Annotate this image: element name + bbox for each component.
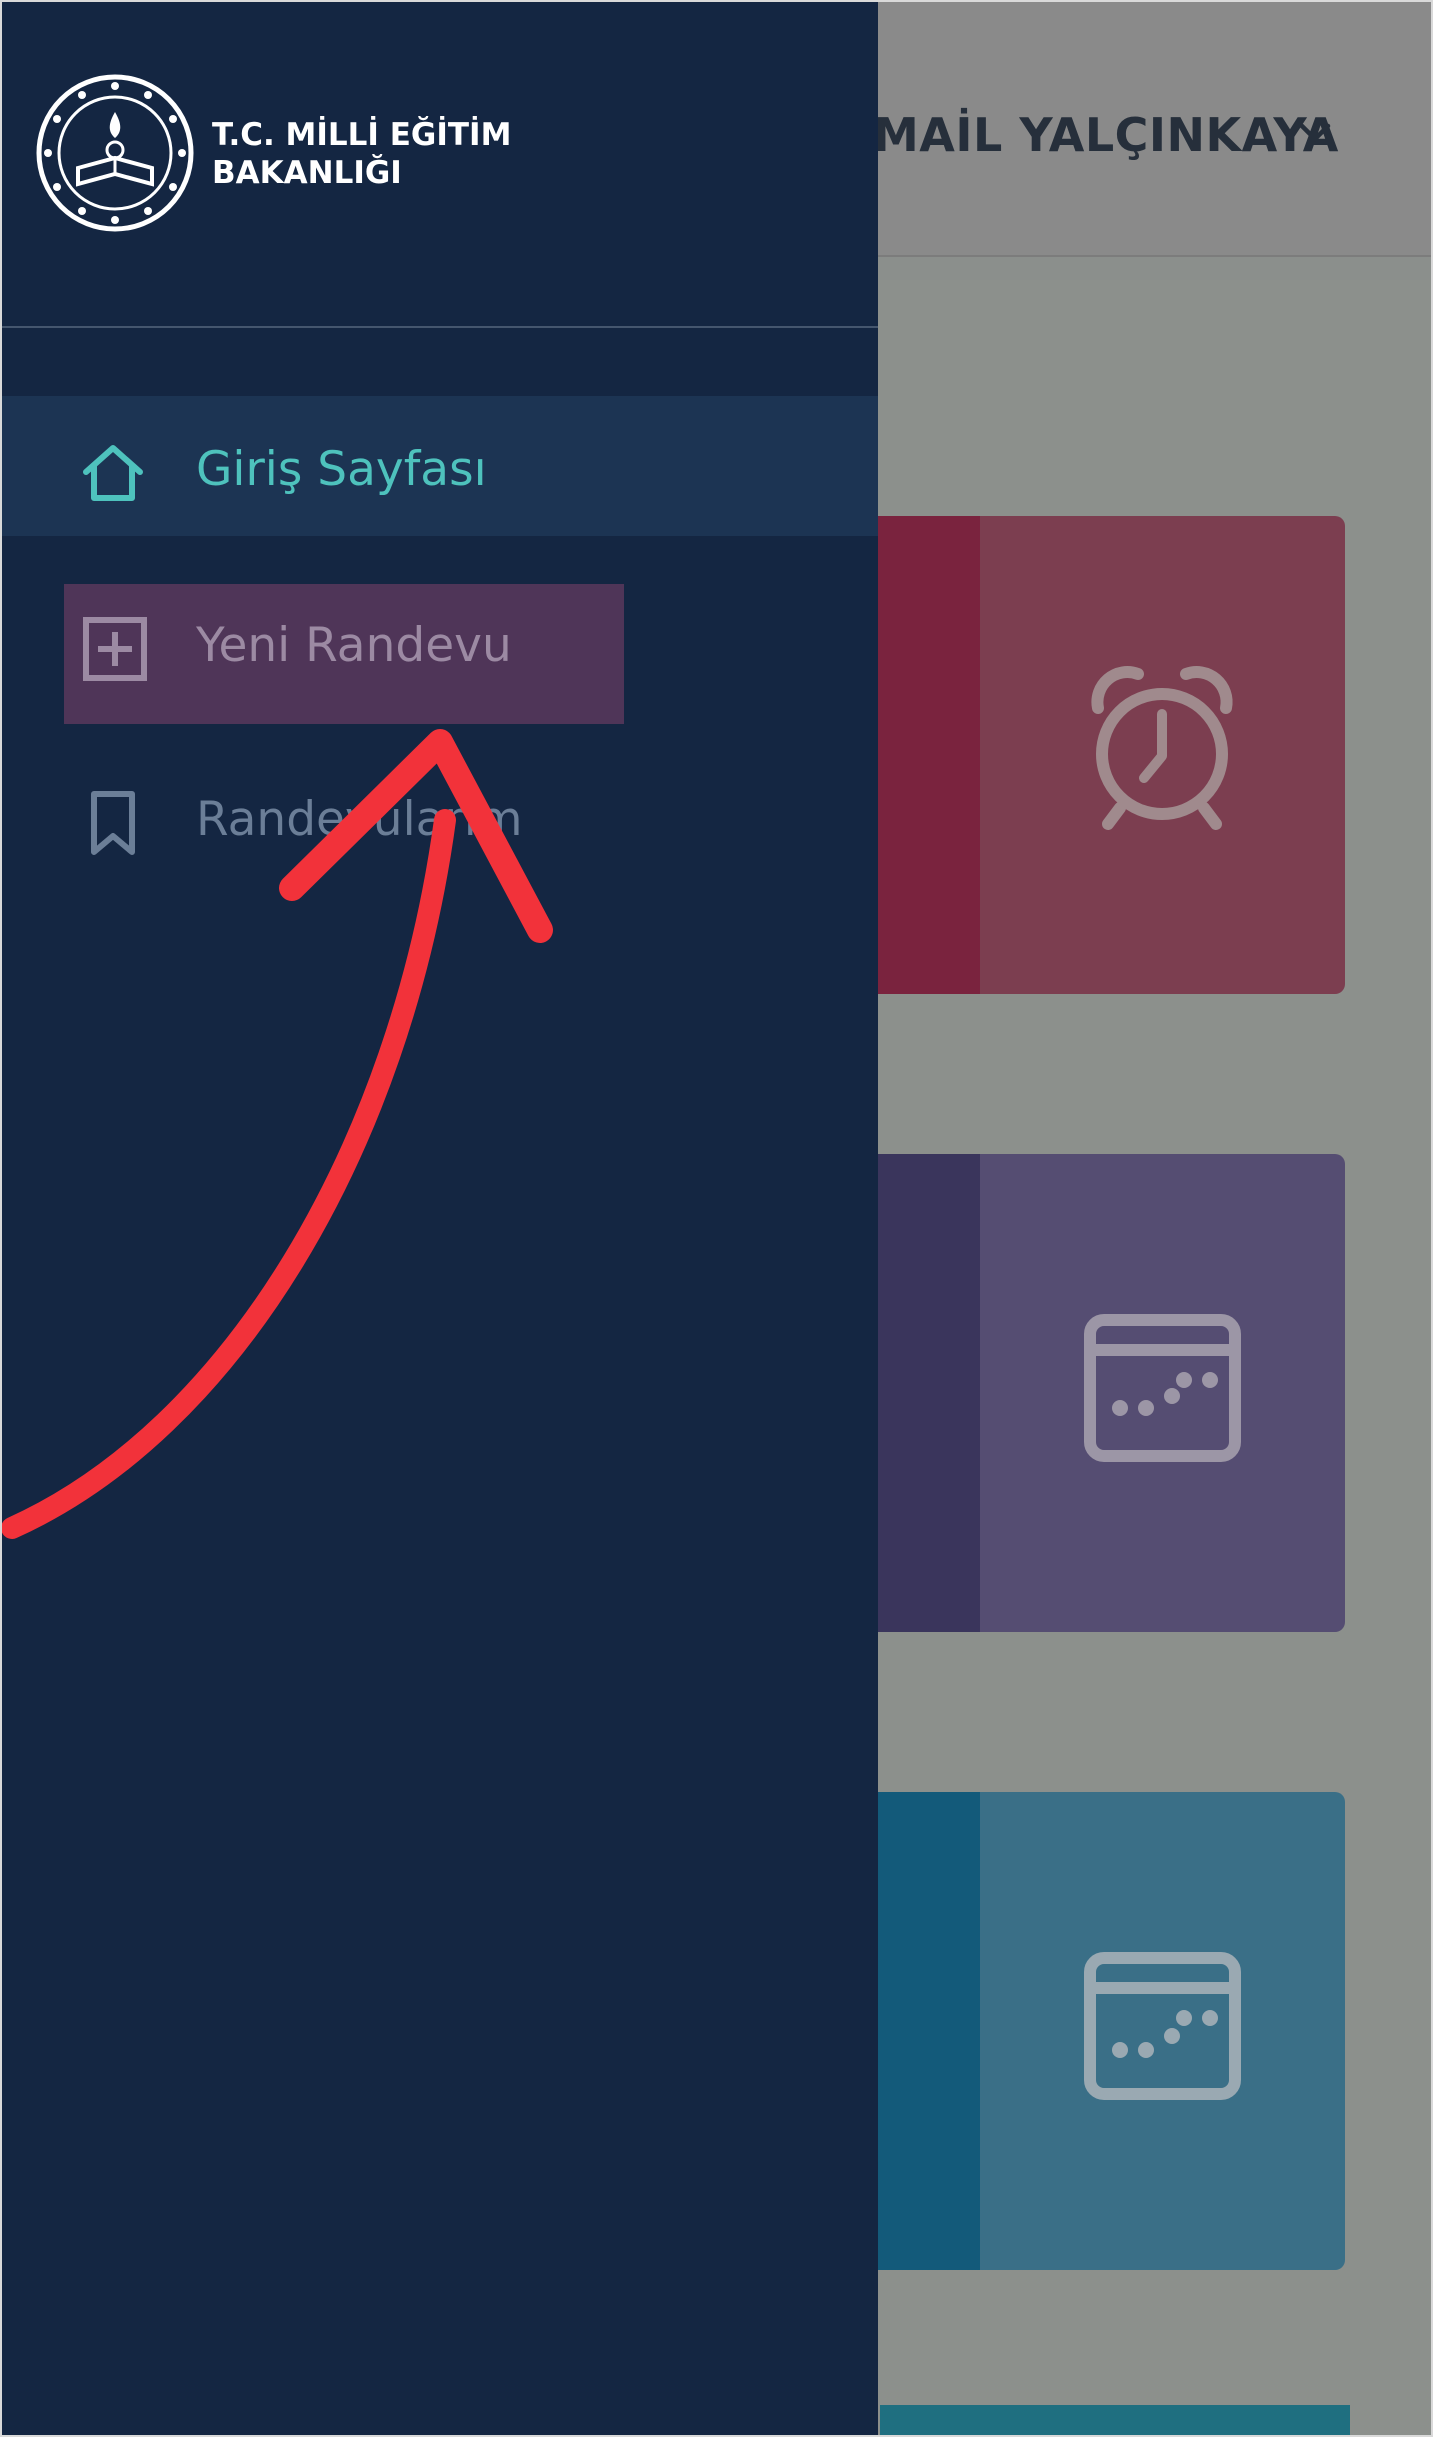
plus-square-icon — [83, 617, 147, 681]
ministry-name: T.C. MİLLİ EĞİTİM BAKANLIĞI — [212, 116, 511, 192]
ministry-name-line2: BAKANLIĞI — [212, 155, 402, 191]
drawer-header: T.C. MİLLİ EĞİTİM BAKANLIĞI — [0, 0, 878, 328]
screen: MAİL YALÇINKAYA T.C. MİLLİ EĞİTİM BAKANL… — [0, 0, 1433, 2437]
navigation-drawer: T.C. MİLLİ EĞİTİM BAKANLIĞI Giriş Sayfas… — [0, 0, 878, 2437]
nav-item-home[interactable]: Giriş Sayfası — [0, 396, 878, 536]
home-icon — [83, 445, 143, 501]
meb-seal-icon — [36, 74, 194, 232]
nav-item-my-appointments-label: Randevularım — [196, 792, 523, 847]
bookmark-icon — [91, 791, 135, 855]
next-card-edge — [880, 2405, 1350, 2437]
calendar-icon — [1084, 1952, 1241, 2100]
nav-item-home-label: Giriş Sayfası — [196, 442, 487, 497]
calendar-icon — [1084, 1314, 1241, 1462]
nav-item-my-appointments[interactable]: Randevularım — [0, 746, 878, 886]
user-name[interactable]: MAİL YALÇINKAYA — [873, 108, 1339, 162]
drawer-divider — [0, 326, 878, 328]
nav-item-new-appointment-label: Yeni Randevu — [196, 618, 512, 673]
chevron-down-icon[interactable] — [1296, 118, 1334, 148]
alarm-clock-icon — [1091, 666, 1233, 830]
ministry-name-line1: T.C. MİLLİ EĞİTİM — [212, 117, 512, 153]
nav-item-new-appointment[interactable]: Yeni Randevu — [64, 584, 624, 724]
